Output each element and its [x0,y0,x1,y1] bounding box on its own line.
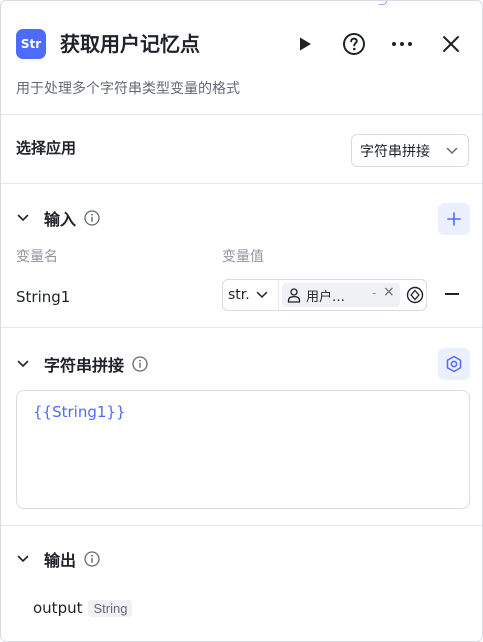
info-icon[interactable] [84,210,100,226]
variable-value-field: str. 用户… - × [222,279,427,311]
chevron-down-icon [446,147,458,155]
output-row: output String [33,599,133,617]
input-section-header: 输入 [16,206,100,230]
connector-mark [379,1,387,5]
close-button[interactable] [438,31,464,57]
divider [1,114,482,115]
add-variable-button[interactable] [438,203,470,235]
node-title[interactable]: 获取用户记忆点 [60,30,200,58]
app-select[interactable]: 字符串拼接 [351,134,469,167]
collapse-chevron-icon[interactable] [16,552,30,566]
string-app-icon: Str [16,29,46,59]
info-icon[interactable] [132,356,148,372]
close-icon [443,36,459,52]
node-description: 用于处理多个字符串类型变量的格式 [16,81,240,97]
variable-value-column-label: 变量值 [222,249,264,265]
help-button[interactable] [341,31,367,57]
run-button[interactable] [292,31,318,57]
play-icon [300,37,311,51]
collapse-chevron-icon[interactable] [16,211,30,225]
concat-settings-button[interactable] [438,348,470,380]
variable-ref-icon[interactable] [406,286,424,304]
variable-reference-tag[interactable]: 用户… - × [282,283,400,307]
help-icon [343,33,365,55]
output-type-badge: String [88,599,133,617]
output-section-title: 输出 [44,551,77,570]
variable-type-value: str. [228,287,250,303]
user-icon [287,288,301,303]
output-name: output [33,599,83,617]
more-icon [392,42,412,46]
variable-name-column-label: 变量名 [16,249,58,265]
plus-icon [447,212,461,226]
collapse-chevron-icon[interactable] [16,357,30,371]
reference-label: 用户… [306,289,346,305]
info-icon[interactable] [84,551,100,567]
divider [1,327,482,328]
divider [1,525,482,526]
settings-icon [446,355,462,373]
node-config-panel: Str 获取用户记忆点 用于处理多个字符串类型变量的格式 选择应用 字符串拼接 … [0,0,483,642]
app-select-value: 字符串拼接 [360,143,430,160]
concat-section-header: 字符串拼接 [16,352,148,376]
chevron-down-icon [256,291,267,299]
input-section-title: 输入 [44,210,77,229]
variable-name[interactable]: String1 [16,286,70,308]
more-button[interactable] [389,31,415,57]
clear-reference-icon[interactable]: × [383,284,395,300]
panel-header: Str 获取用户记忆点 [1,23,482,67]
variable-type-select[interactable]: str. [223,280,279,310]
divider [1,183,482,184]
reference-separator: - [372,286,377,300]
output-section-header: 输出 [16,547,100,571]
concat-template-textarea[interactable]: {{String1}} [16,390,470,509]
concat-section-title: 字符串拼接 [44,356,125,375]
remove-variable-button[interactable] [445,293,459,295]
select-app-label: 选择应用 [16,139,77,157]
